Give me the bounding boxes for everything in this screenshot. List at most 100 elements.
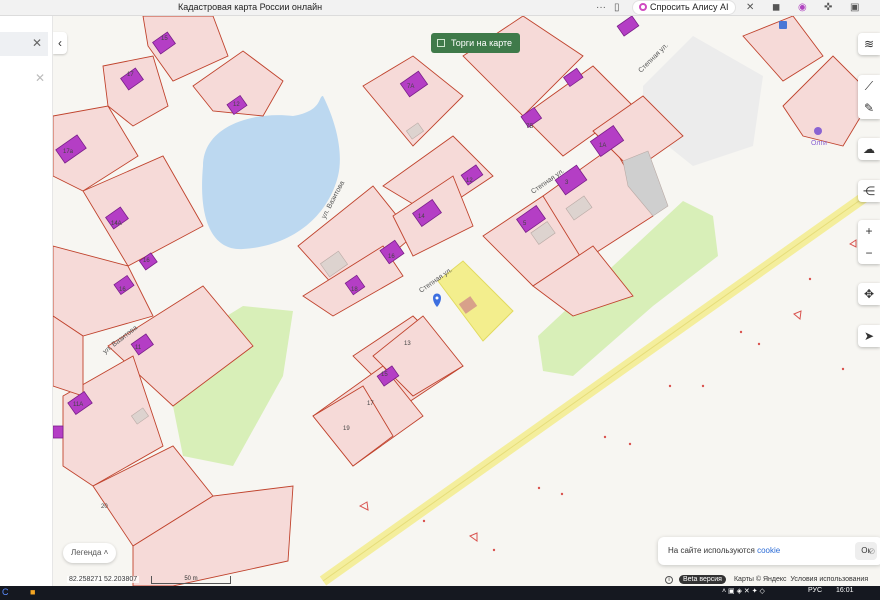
triangle-marker [849, 239, 857, 248]
bookmark-icon[interactable]: ▯ [614, 1, 620, 15]
zoom-in-icon[interactable]: + [858, 220, 880, 242]
move-icon[interactable]: ✥ [858, 283, 880, 305]
measure-edit-tools: ⟋ ✎ [858, 75, 880, 119]
parcel-number: 12 [233, 102, 240, 108]
survey-point [603, 435, 607, 439]
map-canvas[interactable]: ул. Вазитова Степная ул. Степная ул. ул.… [53, 16, 880, 586]
parcel-number: 11А [73, 402, 83, 408]
layers-icon[interactable]: ≋ [858, 33, 880, 55]
layers-tool[interactable]: ≋ [858, 33, 880, 55]
clear-icon[interactable]: ✕ [35, 71, 45, 85]
collections-icon[interactable]: ▣ [850, 1, 859, 15]
chevron-up-icon: ˄ [103, 548, 109, 557]
edit-icon[interactable]: ✎ [858, 97, 880, 119]
cookie-text: На сайте используются [668, 546, 758, 555]
survey-point [701, 384, 705, 388]
auction-map-button[interactable]: Торги на карте [431, 33, 521, 53]
share-tool[interactable]: ⋲ [858, 180, 880, 202]
survey-point [668, 384, 672, 388]
copyright-text[interactable]: Карты © Яндекс [734, 576, 787, 583]
parcel-number: 20 [101, 504, 108, 510]
parcel-number: 12 [466, 178, 473, 184]
parcel-number: 16 [143, 258, 150, 264]
location-pin-dot [435, 296, 439, 300]
puzzle-icon[interactable]: ✜ [824, 1, 832, 15]
cloud-upload-icon[interactable]: ☁ [858, 138, 880, 160]
parcel-number: 15 [381, 372, 388, 378]
close-icon[interactable]: ✕ [32, 36, 42, 50]
alice-icon [639, 3, 647, 11]
parcel-number: 7Б [526, 124, 533, 130]
coordinates-readout: 82.258271 52.203807 [67, 576, 140, 583]
app-icon-c[interactable]: C [2, 587, 9, 597]
vpn-icon[interactable]: ◉ [798, 1, 807, 15]
upload-tool[interactable]: ☁ [858, 138, 880, 160]
parcel-number: 7А [407, 84, 414, 90]
survey-point [757, 342, 761, 346]
parcel-number: 13 [404, 341, 411, 347]
building-c [53, 425, 64, 439]
browser-title-bar: Кадастровая карта России онлайн ··· ▯ Сп… [0, 0, 880, 16]
bus-stop-icon[interactable] [779, 21, 787, 29]
poi-label: Олги [811, 140, 827, 147]
auction-map-label: Торги на карте [451, 38, 513, 48]
parcel-number: 19 [343, 426, 350, 432]
location-pin-icon[interactable] [433, 293, 441, 308]
terms-link[interactable]: Условия использования [790, 576, 868, 583]
ruler-icon[interactable]: ⟋ [858, 75, 880, 97]
parcel-number: 17а [63, 149, 74, 155]
app-icon-folder[interactable]: ■ [30, 587, 35, 597]
more-menu-button[interactable]: ··· [596, 1, 606, 15]
legend-label: Легенда [71, 548, 102, 557]
survey-point [560, 492, 564, 496]
triangle-marker [358, 501, 369, 511]
parcel-number: 17 [127, 72, 134, 78]
pond [202, 96, 340, 250]
map-footer: i Beta версия Карты © Яндекс Условия испол… [665, 575, 868, 584]
clock[interactable]: 16:01 [836, 587, 854, 594]
share-icon[interactable]: ⋲ [858, 180, 880, 202]
alice-label: Спросить Алису AI [650, 2, 729, 12]
survey-point [492, 548, 496, 552]
map-svg: ул. Вазитова Степная ул. Степная ул. ул.… [53, 16, 880, 586]
parcel-number: 18 [351, 287, 358, 293]
parcel-number: 17 [367, 401, 374, 407]
poi-icon[interactable] [814, 127, 822, 135]
triangle-marker [468, 532, 478, 542]
info-icon[interactable]: i [665, 576, 673, 584]
language-indicator[interactable]: РУС [808, 587, 822, 594]
cookie-link[interactable]: cookie [757, 546, 780, 555]
parcel-number: 16 [119, 287, 126, 293]
cookie-banner: На сайте используются cookie Ок [658, 537, 880, 565]
triangle-marker [793, 310, 802, 320]
os-taskbar: C ■ ˄ ▣ ◈ ✕ ✦ ◇ РУС 16:01 [0, 586, 880, 600]
checkbox-icon [437, 39, 445, 47]
survey-point [537, 486, 541, 490]
beta-badge: Beta версия [679, 575, 726, 584]
tray-icons[interactable]: ˄ ▣ ◈ ✕ ✦ ◇ [722, 587, 765, 595]
building-e [616, 16, 640, 37]
cookie-close-icon[interactable]: ⊘ [868, 546, 876, 557]
page-title: Кадастровая карта России онлайн [178, 2, 323, 12]
survey-point [841, 367, 845, 371]
collapse-panel-button[interactable]: ‹ [53, 32, 67, 54]
survey-point [628, 442, 632, 446]
scale-bar: 50 m [151, 576, 231, 584]
zoom-controls: + − [858, 220, 880, 264]
pan-tool[interactable]: ✥ [858, 283, 880, 305]
survey-point [422, 519, 426, 523]
navigation-arrow-icon[interactable]: ➤ [858, 325, 880, 347]
ask-alice-button[interactable]: Спросить Алису AI [632, 0, 736, 15]
parcel-number: 11 [135, 345, 142, 351]
parcel-number: 1А [599, 143, 606, 149]
shield-icon[interactable]: ◼ [772, 1, 780, 15]
parcel-number: 15 [161, 36, 168, 42]
legend-button[interactable]: Легенда ˄ [63, 543, 117, 563]
parcel-number: 14 [418, 214, 425, 220]
locate-tool[interactable]: ➤ [858, 325, 880, 347]
extension-icon[interactable]: ✕ [746, 1, 754, 15]
survey-point [739, 330, 743, 334]
zoom-out-icon[interactable]: − [858, 242, 880, 264]
parcel-number: 16 [388, 254, 395, 260]
survey-point [808, 277, 812, 281]
